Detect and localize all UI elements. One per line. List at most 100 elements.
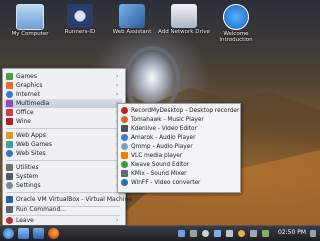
menu-item-leave[interactable]: Leave › — [4, 216, 122, 225]
menu-separator — [6, 192, 120, 193]
web-games-icon — [6, 141, 13, 148]
kwave-icon — [121, 161, 128, 168]
desktop-icon-add-network-drive[interactable]: Add Network Drive — [158, 4, 210, 35]
record-icon — [121, 107, 128, 114]
system-icon — [6, 173, 13, 180]
submenu-item-label: Kdenlive - Video Editor — [131, 125, 197, 132]
submenu-item-vlc[interactable]: VLC media player — [120, 151, 238, 160]
clipboard-icon[interactable] — [190, 230, 197, 237]
run-command-icon — [6, 206, 13, 213]
leave-icon — [6, 217, 13, 224]
update-notifier-icon[interactable] — [202, 230, 209, 237]
menu-item-label: Web Games — [16, 141, 52, 148]
desktop-icon-welcome-introduction[interactable]: Welcome Introduction — [210, 4, 262, 43]
desktop-icon-web-assistant[interactable]: Web Assistant — [106, 4, 158, 35]
menu-item-label: Multimedia — [16, 100, 50, 107]
home-folder-icon[interactable] — [18, 228, 29, 239]
taskbar: 02:50 PM — [0, 225, 320, 241]
web-sites-icon — [6, 150, 13, 157]
submenu-item-label: Amarok - Audio Player — [131, 134, 196, 141]
settings-icon — [6, 182, 13, 189]
menu-item-label: Wine — [16, 118, 31, 125]
submenu-item-label: Qmmp - Audio Player — [131, 143, 193, 150]
runners-logo-icon — [67, 4, 93, 28]
tomahawk-icon — [121, 116, 128, 123]
submenu-item-tomahawk[interactable]: Tomahawk - Music Player — [120, 115, 238, 124]
desktop-icon-runners-id[interactable]: Runners-ID — [54, 4, 106, 35]
games-icon — [6, 73, 13, 80]
chevron-right-icon: › — [116, 82, 119, 89]
menu-item-utilities[interactable]: Utilities › — [4, 163, 122, 172]
menu-item-label: Leave — [16, 217, 34, 224]
menu-item-multimedia[interactable]: Multimedia › — [4, 99, 122, 108]
winff-icon — [121, 179, 128, 186]
menu-item-wine[interactable]: Wine › — [4, 117, 122, 126]
menu-item-graphics[interactable]: Graphics › — [4, 81, 122, 90]
menu-item-virtualbox[interactable]: Oracle VM VirtualBox - Virtual Machine — [4, 195, 132, 204]
notification-icon[interactable] — [238, 230, 245, 237]
multimedia-icon — [6, 100, 13, 107]
submenu-item-kwave[interactable]: Kwave Sound Editor — [120, 160, 238, 169]
submenu-item-label: KMix - Sound Mixer — [131, 170, 187, 177]
menu-item-office[interactable]: Office › — [4, 108, 122, 117]
window-switcher-icon[interactable] — [178, 230, 185, 237]
menu-item-label: Run Command... — [16, 206, 66, 213]
menu-separator — [6, 128, 120, 129]
submenu-item-kmix[interactable]: KMix - Sound Mixer — [120, 169, 238, 178]
menu-item-label: Web Sites — [16, 150, 46, 157]
menu-item-label: Internet — [16, 91, 40, 98]
panel-toolbox-icon[interactable] — [310, 230, 316, 237]
kmix-icon — [121, 170, 128, 177]
graphics-icon — [6, 82, 13, 89]
web-assistant-icon — [119, 4, 145, 28]
menu-item-web-games[interactable]: Web Games › — [4, 140, 122, 149]
multimedia-submenu: RecordMyDesktop - Desktop recorder Tomah… — [117, 103, 241, 193]
menu-item-label: Settings — [16, 182, 41, 189]
network-drive-icon — [171, 4, 197, 28]
info-icon — [223, 4, 249, 30]
chevron-right-icon: › — [116, 217, 119, 224]
menu-separator — [6, 160, 120, 161]
desktop-icon-label: My Computer — [11, 31, 49, 37]
menu-item-settings[interactable]: Settings › — [4, 181, 122, 190]
application-menu: Games › Graphics › Internet › Multimedia… — [2, 68, 132, 227]
submenu-item-label: VLC media player — [131, 152, 183, 159]
chevron-right-icon: › — [116, 73, 119, 80]
firefox-icon[interactable] — [48, 228, 59, 239]
desktop-icon-my-computer[interactable]: My Computer — [4, 4, 56, 37]
device-notifier-icon[interactable] — [250, 230, 257, 237]
wine-icon — [6, 118, 13, 125]
submenu-item-qmmp[interactable]: Qmmp - Audio Player — [120, 142, 238, 151]
submenu-item-kdenlive[interactable]: Kdenlive - Video Editor — [120, 124, 238, 133]
battery-icon[interactable] — [262, 230, 269, 237]
web-apps-icon — [6, 132, 13, 139]
menu-item-label: Web Apps — [16, 132, 46, 139]
menu-item-web-sites[interactable]: Web Sites › — [4, 149, 122, 158]
menu-item-run-command[interactable]: Run Command... — [4, 205, 122, 214]
menu-item-web-apps[interactable]: Web Apps › — [4, 131, 122, 140]
clock[interactable]: 02:50 PM — [278, 229, 306, 236]
menu-item-label: System — [16, 173, 39, 180]
virtualbox-icon — [6, 196, 13, 203]
menu-item-label: Graphics — [16, 82, 43, 89]
submenu-item-label: Kwave Sound Editor — [131, 161, 190, 168]
office-icon — [6, 109, 13, 116]
kdenlive-icon — [121, 125, 128, 132]
menu-item-label: Office — [16, 109, 34, 116]
menu-item-games[interactable]: Games › — [4, 72, 122, 81]
dolphin-icon[interactable] — [33, 228, 44, 239]
network-icon[interactable] — [214, 230, 221, 237]
kde-start-icon[interactable] — [3, 228, 14, 239]
qmmp-icon — [121, 143, 128, 150]
utilities-icon — [6, 164, 13, 171]
internet-icon — [6, 91, 13, 98]
amarok-icon — [121, 134, 128, 141]
menu-item-label: Games — [16, 73, 37, 80]
desktop-icon-label: Web Assistant — [112, 29, 152, 35]
menu-item-internet[interactable]: Internet › — [4, 90, 122, 99]
menu-item-system[interactable]: System › — [4, 172, 122, 181]
volume-icon[interactable] — [226, 230, 233, 237]
submenu-item-winff[interactable]: WinFF - Video converter — [120, 178, 238, 187]
submenu-item-amarok[interactable]: Amarok - Audio Player — [120, 133, 238, 142]
submenu-item-recordmydesktop[interactable]: RecordMyDesktop - Desktop recorder — [120, 106, 239, 115]
